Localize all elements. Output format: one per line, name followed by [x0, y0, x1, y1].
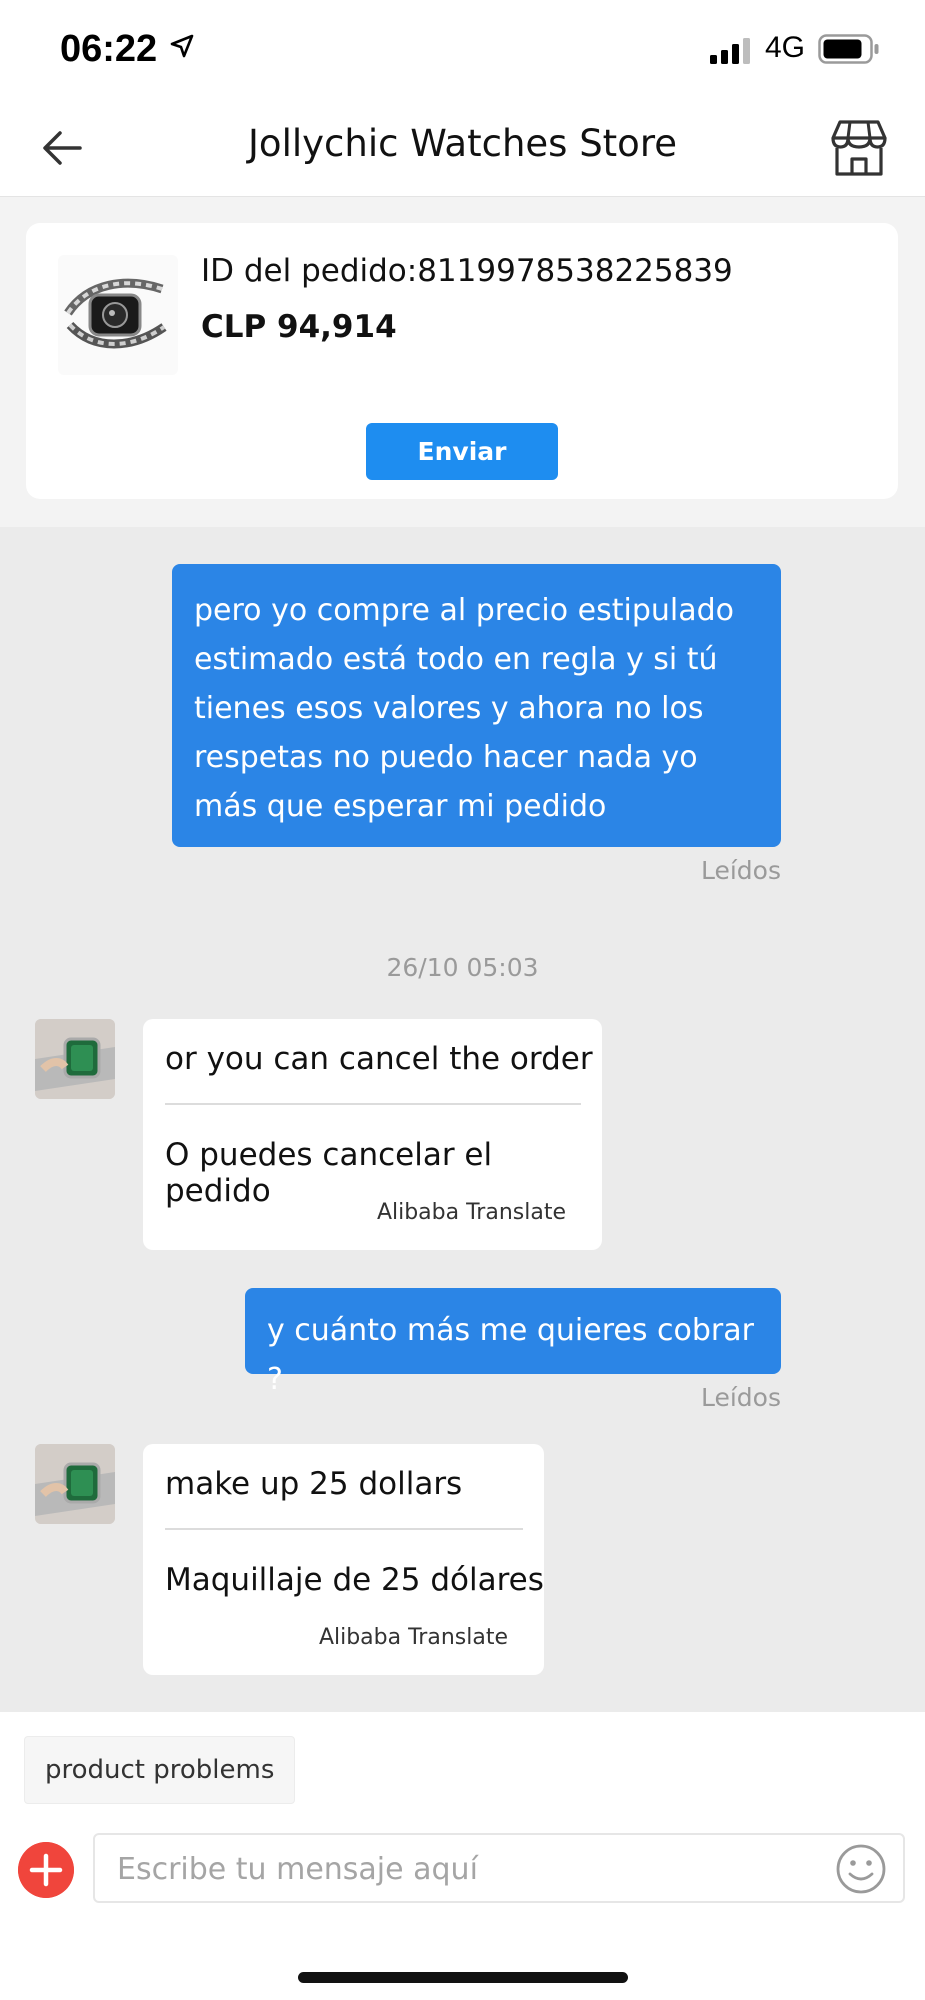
- status-time: 06:22: [60, 28, 158, 70]
- network-type: 4G: [765, 31, 806, 64]
- message-input-box[interactable]: [93, 1833, 905, 1903]
- read-status: Leídos: [700, 1383, 781, 1412]
- read-status: Leídos: [700, 856, 781, 885]
- signal-bars-icon: [710, 38, 750, 64]
- composer-area: product problems: [0, 1712, 925, 2000]
- chat-header: Jollychic Watches Store: [0, 100, 925, 197]
- store-avatar[interactable]: [35, 1444, 115, 1524]
- order-card[interactable]: ID del pedido:8119978538225839 CLP 94,91…: [26, 223, 898, 499]
- quick-reply-chip[interactable]: product problems: [24, 1736, 296, 1804]
- message-text: pero yo compre al precio estipulado esti…: [194, 593, 734, 824]
- translate-credit: Alibaba Translate: [318, 1625, 508, 1650]
- translation-divider: [165, 1103, 581, 1105]
- battery-icon: [818, 34, 879, 64]
- status-bar: 06:22 4G: [0, 0, 925, 100]
- order-section: ID del pedido:8119978538225839 CLP 94,91…: [0, 197, 925, 527]
- outgoing-message[interactable]: pero yo compre al precio estipulado esti…: [172, 564, 781, 847]
- send-order-button[interactable]: Enviar: [366, 423, 558, 480]
- translated-text: Maquillaje de 25 dólares: [165, 1562, 544, 1598]
- product-thumbnail[interactable]: [58, 255, 178, 375]
- original-text: make up 25 dollars: [165, 1466, 463, 1502]
- store-avatar[interactable]: [35, 1019, 115, 1099]
- location-arrow-icon: [170, 34, 194, 58]
- outgoing-message[interactable]: y cuánto más me quieres cobrar ?: [245, 1288, 781, 1397]
- message-timestamp: 26/10 05:03: [386, 953, 539, 982]
- message-input[interactable]: [115, 1835, 819, 1903]
- emoji-icon[interactable]: [835, 1843, 887, 1895]
- incoming-message[interactable]: make up 25 dollars Maquillaje de 25 dóla…: [143, 1444, 544, 1675]
- add-attachment-icon[interactable]: [18, 1842, 74, 1898]
- home-indicator[interactable]: [298, 1972, 628, 1983]
- translated-text: O puedes cancelar el pedido: [165, 1137, 493, 1209]
- order-id: ID del pedido:8119978538225839: [201, 253, 733, 289]
- translation-divider: [165, 1528, 523, 1530]
- original-text: or you can cancel the order: [165, 1041, 593, 1077]
- translate-credit: Alibaba Translate: [376, 1200, 566, 1225]
- incoming-message[interactable]: or you can cancel the order O puedes can…: [143, 1019, 602, 1250]
- order-price: CLP 94,914: [201, 309, 397, 345]
- page-title: Jollychic Watches Store: [248, 122, 677, 165]
- store-icon[interactable]: [830, 118, 888, 178]
